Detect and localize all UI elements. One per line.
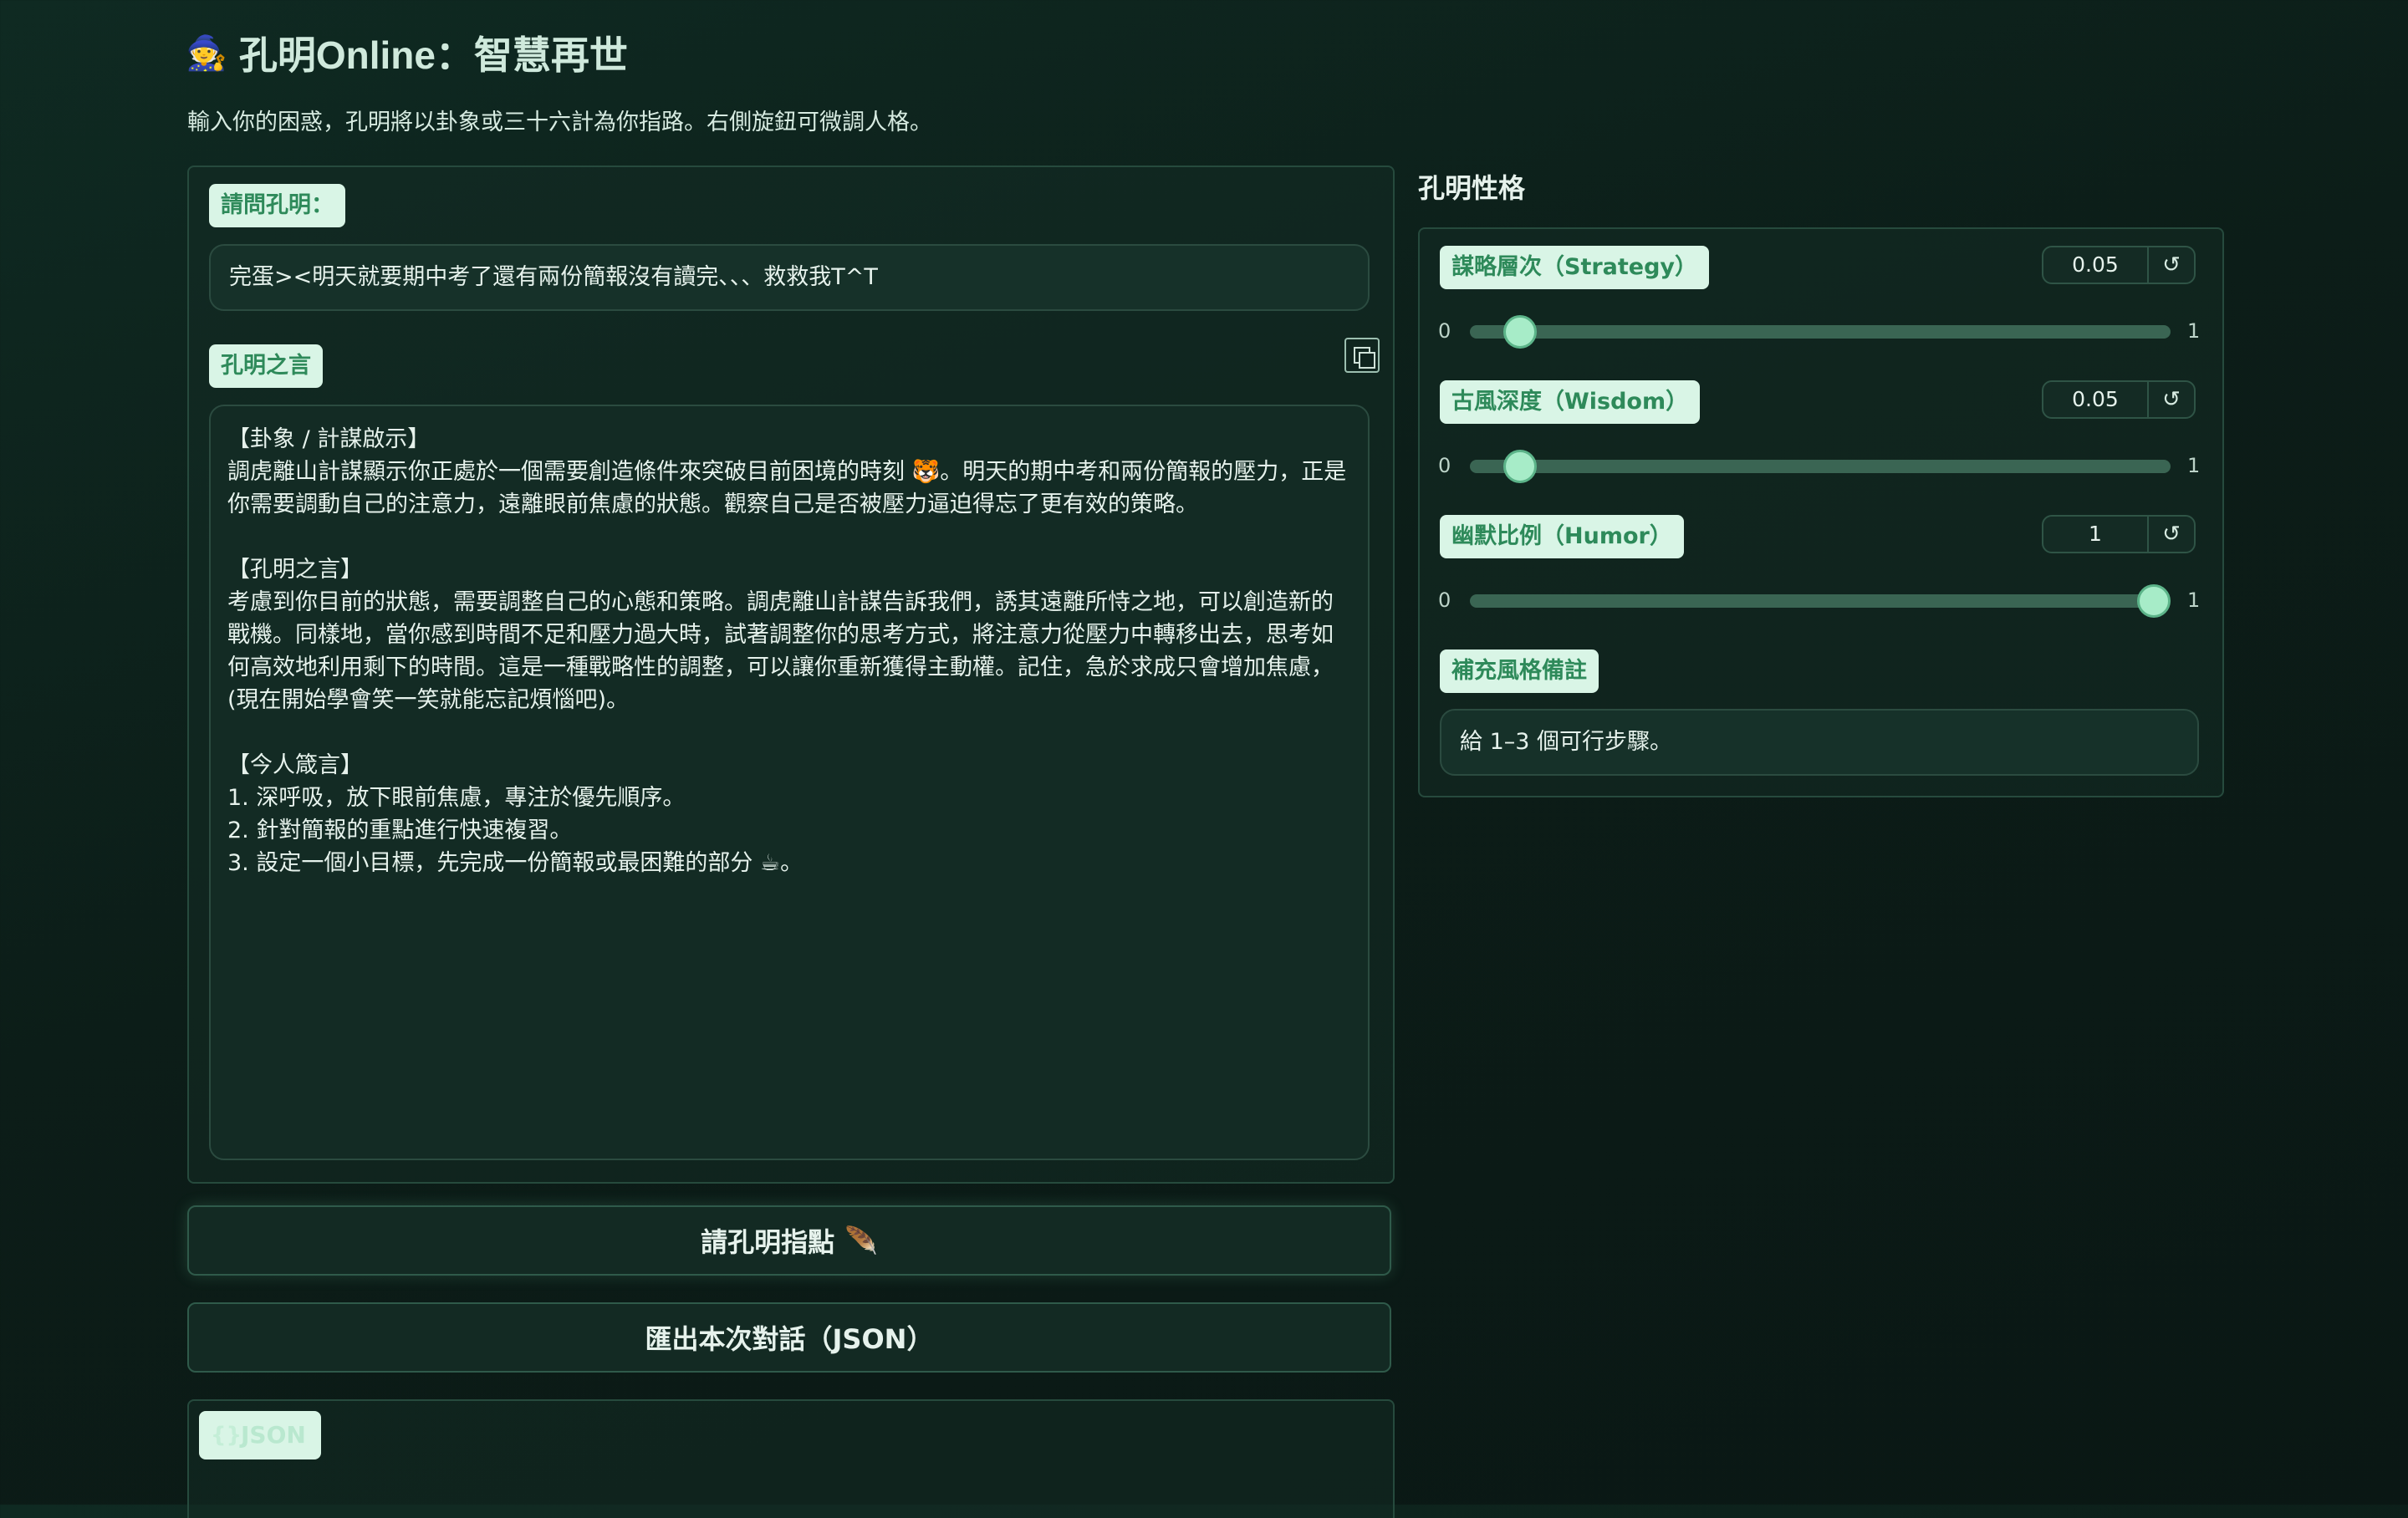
strategy-min: 0 — [1438, 319, 1451, 343]
strategy-value[interactable]: 0.05 — [2043, 247, 2149, 283]
humor-slider-thumb[interactable] — [2137, 584, 2171, 618]
reset-icon[interactable]: ↺ — [2149, 517, 2194, 552]
json-label-text: JSON — [241, 1421, 306, 1449]
wisdom-number-input[interactable]: 0.05 ↺ — [2042, 380, 2196, 419]
humor-min: 0 — [1438, 588, 1451, 612]
page-title: 🧙 孔明Online：智慧再世 — [186, 25, 628, 80]
json-label: {} JSON — [199, 1411, 321, 1459]
humor-value[interactable]: 1 — [2043, 517, 2149, 552]
notes-label: 補充風格備註 — [1440, 649, 1599, 693]
notes-input[interactable]: 給 1–3 個可行步驟。 — [1440, 709, 2199, 776]
humor-max: 1 — [2187, 588, 2201, 612]
question-input-value: 完蛋><明天就要期中考了還有兩份簡報沒有讀完、、、救救我T^T — [229, 264, 878, 290]
answer-output: 【卦象 / 計謀啟示】 調虎離山計謀顯示你正處於一個需要創造條件來突破目前困境的… — [209, 405, 1370, 1160]
ask-button-label: 請孔明指點 — [701, 1226, 835, 1258]
wisdom-min: 0 — [1438, 454, 1451, 477]
page-subtitle: 輸入你的困惑，孔明將以卦象或三十六計為你指路。右側旋鈕可微調人格。 — [187, 110, 932, 135]
question-label: 請問孔明： — [209, 184, 345, 227]
strategy-slider-thumb[interactable] — [1502, 315, 1537, 349]
humor-slider[interactable] — [1470, 594, 2171, 608]
personality-title: 孔明性格 — [1418, 172, 1526, 204]
wisdom-max: 1 — [2187, 454, 2201, 477]
humor-slider-label: 幽默比例（Humor） — [1440, 515, 1684, 558]
wisdom-value[interactable]: 0.05 — [2043, 382, 2149, 417]
ask-button[interactable]: 請孔明指點 🪶 — [187, 1205, 1391, 1276]
json-panel — [187, 1399, 1395, 1518]
export-json-button[interactable]: 匯出本次對話（JSON） — [187, 1302, 1391, 1373]
answer-label: 孔明之言 — [209, 344, 323, 388]
humor-number-input[interactable]: 1 ↺ — [2042, 515, 2196, 553]
wisdom-slider[interactable] — [1470, 460, 2171, 473]
wisdom-slider-thumb[interactable] — [1502, 450, 1537, 483]
wizard-icon: 🧙 — [186, 34, 227, 72]
strategy-slider-label: 謀略層次（Strategy） — [1440, 246, 1710, 289]
page-title-text: 孔明Online：智慧再世 — [238, 33, 628, 77]
strategy-number-input[interactable]: 0.05 ↺ — [2042, 246, 2196, 284]
strategy-max: 1 — [2187, 319, 2201, 343]
notes-input-value: 給 1–3 個可行步驟。 — [1460, 729, 1673, 755]
question-input[interactable]: 完蛋><明天就要期中考了還有兩份簡報沒有讀完、、、救救我T^T — [209, 244, 1370, 311]
copy-icon[interactable] — [1344, 338, 1380, 373]
json-icon: {} — [211, 1423, 242, 1448]
reset-icon[interactable]: ↺ — [2149, 247, 2194, 283]
feather-icon: 🪶 — [844, 1225, 878, 1256]
wisdom-slider-label: 古風深度（Wisdom） — [1440, 380, 1701, 424]
reset-icon[interactable]: ↺ — [2149, 382, 2194, 417]
strategy-slider[interactable] — [1470, 325, 2171, 339]
